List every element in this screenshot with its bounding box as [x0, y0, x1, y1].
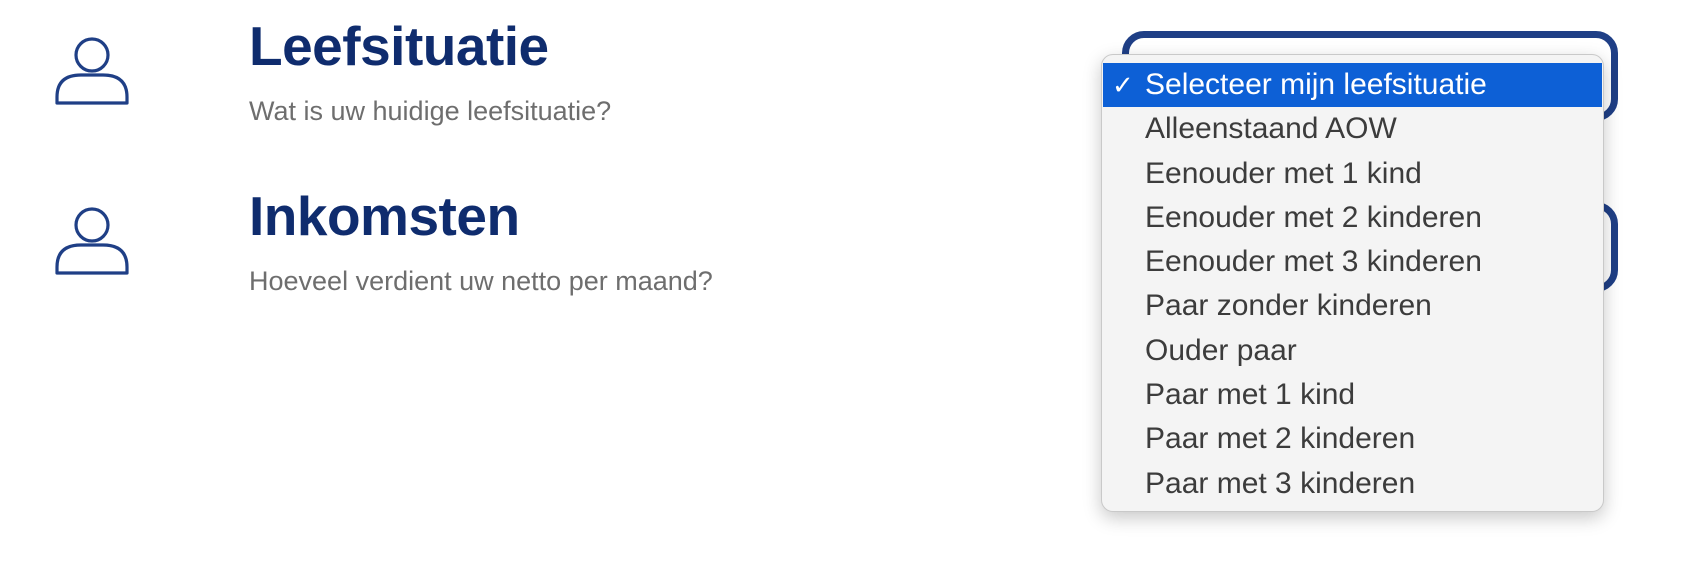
- leefsituatie-title: Leefsituatie: [249, 15, 549, 77]
- inkomsten-question: Hoeveel verdient uw netto per maand?: [249, 266, 713, 296]
- option-label: Selecteer mijn leefsituatie: [1145, 68, 1487, 101]
- dropdown-option[interactable]: Eenouder met 1 kind: [1103, 152, 1602, 196]
- option-label: Eenouder met 2 kinderen: [1145, 200, 1482, 234]
- option-label: Paar zonder kinderen: [1145, 289, 1432, 323]
- inkomsten-row: Inkomsten Hoeveel verdient uw netto per …: [0, 170, 1100, 320]
- option-label: Eenouder met 3 kinderen: [1145, 245, 1482, 279]
- leefsituatie-row: Leefsituatie Wat is uw huidige leefsitua…: [0, 0, 1100, 150]
- leefsituatie-dropdown-menu[interactable]: ✓ Selecteer mijn leefsituatie Alleenstaa…: [1101, 54, 1604, 512]
- page: Leefsituatie Wat is uw huidige leefsitua…: [0, 0, 1686, 564]
- dropdown-option[interactable]: Paar zonder kinderen: [1103, 284, 1602, 328]
- user-icon: [54, 36, 130, 106]
- leefsituatie-question: Wat is uw huidige leefsituatie?: [249, 96, 612, 126]
- option-label: Paar met 1 kind: [1145, 378, 1356, 412]
- option-label: Alleenstaand AOW: [1145, 112, 1397, 146]
- dropdown-option[interactable]: Eenouder met 3 kinderen: [1103, 240, 1602, 284]
- option-label: Paar met 2 kinderen: [1145, 422, 1416, 456]
- dropdown-option[interactable]: Paar met 2 kinderen: [1103, 417, 1602, 461]
- option-label: Paar met 3 kinderen: [1145, 466, 1416, 500]
- option-label: Eenouder met 1 kind: [1145, 156, 1422, 190]
- dropdown-option[interactable]: ✓ Selecteer mijn leefsituatie: [1103, 63, 1602, 108]
- dropdown-option[interactable]: Paar met 1 kind: [1103, 373, 1602, 417]
- inkomsten-title: Inkomsten: [249, 185, 520, 247]
- checkmark-icon: ✓: [1112, 70, 1134, 100]
- option-label: Ouder paar: [1145, 333, 1297, 367]
- dropdown-option[interactable]: Alleenstaand AOW: [1103, 107, 1602, 151]
- user-icon: [54, 206, 130, 276]
- dropdown-option[interactable]: Eenouder met 2 kinderen: [1103, 196, 1602, 240]
- dropdown-option[interactable]: Ouder paar: [1103, 329, 1602, 373]
- dropdown-option[interactable]: Paar met 3 kinderen: [1103, 462, 1602, 506]
